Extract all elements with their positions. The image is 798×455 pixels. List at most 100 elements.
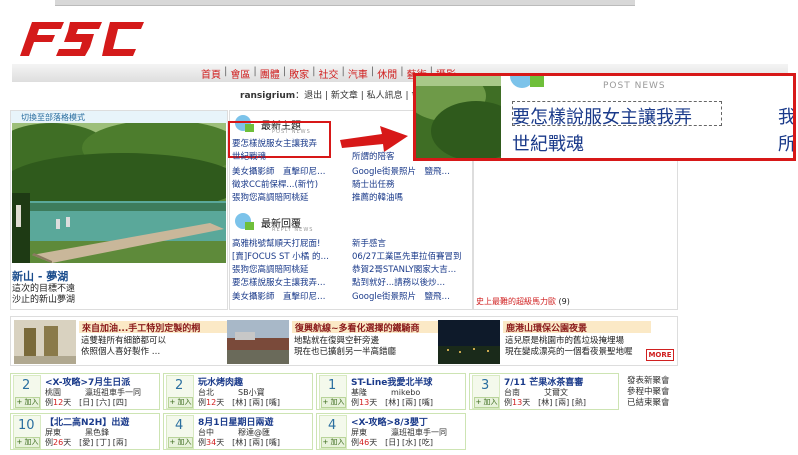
zoom-callout: POST NEWS 要怎樣說服女主讓我弄 世紀戰魂 我 所 (413, 73, 796, 161)
topic-link[interactable]: 推薦的韓油嗎 (352, 191, 467, 203)
join-button[interactable]: + 加入 (474, 397, 499, 408)
featured-desc: 這次的目標不遠 沙止的新山夢湖 (12, 284, 75, 306)
topic-link[interactable]: 世紀戰魂 (232, 150, 328, 162)
join-button[interactable]: + 加入 (168, 397, 193, 408)
reply-link[interactable]: 要怎樣說服女主讓我弄… (232, 276, 344, 288)
reply-link[interactable]: 美女攝影師 直擊印尼… (232, 290, 344, 302)
event-countdown-prefix: 例 (45, 398, 53, 407)
event-countdown-suffix: 天 [日] [水] [吃] (369, 438, 433, 447)
nav-item-group[interactable]: 團體 (257, 66, 283, 81)
reply-link[interactable]: 06/27工業區先車拉佰賽冒到 (352, 250, 470, 262)
join-button[interactable]: + 加入 (321, 397, 346, 408)
zoom-sub: POST NEWS (603, 81, 666, 91)
reply-link[interactable]: 恭賀2哥STANLY閣家大吉… (352, 263, 470, 275)
event-countdown: 例46天 [日] [水] [吃] (351, 437, 433, 448)
join-button[interactable]: + 加入 (168, 437, 193, 448)
event-card[interactable]: 2 + 加入 <X-攻略>7月生日派 桃園 瀛班祖車手一同 例12天 [日] [六… (10, 373, 160, 410)
event-card[interactable]: 1 + 加入 ST-Line我愛北半球 基隆 mikebo 例13天 [林] [兩… (316, 373, 466, 410)
strip-thumb[interactable] (227, 320, 289, 364)
new-event-link[interactable]: 發表新聚會 (627, 376, 670, 387)
zoom-photo-crop (416, 76, 501, 158)
event-countdown-suffix: 天 [林] [兩] [嘴] (216, 438, 280, 447)
event-days: 46 (359, 438, 370, 447)
strip-text: 這雙鞋所有細節都可以 依照個人喜好製作 … (81, 336, 166, 358)
footer-link[interactable]: 史上最難的超級馬力歐 (9) (476, 296, 570, 307)
nav-item-car[interactable]: 汽車 (345, 66, 371, 81)
topic-link[interactable]: 要怎樣說服女主讓我弄 (232, 137, 328, 149)
join-button[interactable]: + 加入 (15, 437, 40, 448)
ended-event-link[interactable]: 已結束聚會 (627, 398, 670, 409)
event-count-box: 2 + 加入 (13, 375, 41, 409)
topic-link[interactable]: 徵求CC前保桿...(新竹) (232, 178, 342, 190)
reply-link[interactable]: 高雅桃號幫順天打屁面! (232, 237, 344, 249)
event-countdown-suffix: 天 [林] [兩] [嘴] (216, 398, 280, 407)
event-days: 13 (359, 398, 370, 407)
join-label: 加入 (330, 398, 345, 406)
reply-link[interactable]: 張狗您高調賠阿桃延 (232, 263, 344, 275)
event-countdown-prefix: 例 (198, 398, 206, 407)
reply-link[interactable]: Google街景照片 鹽飛… (352, 290, 470, 302)
join-button[interactable]: + 加入 (15, 397, 40, 408)
join-label: 加入 (483, 398, 498, 406)
nav-item-social[interactable]: 社交 (316, 66, 342, 81)
reply-link[interactable]: 點到就好...請務以後炒… (352, 276, 470, 288)
strip-thumb[interactable] (14, 320, 76, 364)
topic-link[interactable]: 張狗您高調賠阿桃延 (232, 191, 342, 203)
topic-link[interactable]: 美女攝影師 直擊印尼… (232, 165, 342, 177)
ongoing-event-link[interactable]: 參程中聚會 (627, 387, 670, 398)
event-days: 12 (53, 398, 64, 407)
footer-link-text[interactable]: 史上最難的超級馬力歐 (476, 297, 556, 306)
event-countdown-prefix: 例 (45, 438, 53, 447)
event-count: 4 (175, 418, 184, 433)
strip-title[interactable]: 復興航線~多看化選擇的鐵騎商 (292, 321, 440, 334)
event-side-links: 發表新聚會 參程中聚會 已結束聚會 (627, 376, 670, 409)
join-label: 加入 (330, 438, 345, 446)
event-count-box: 4 + 加入 (166, 415, 194, 449)
featured-strip: 來自加油...手工特別定製的桐 這雙鞋所有細節都可以 依照個人喜好製作 … 復興… (10, 316, 678, 366)
event-count-box: 3 + 加入 (472, 375, 500, 409)
event-countdown-suffix: 天 [林] [兩] [嘴] (369, 398, 433, 407)
zoom-line-1[interactable]: 要怎樣說服女主讓我弄 (512, 103, 692, 129)
event-card[interactable]: 2 + 加入 玩水烤肉趣 台北 SB小寶 例12天 [林] [兩] [嘴] (163, 373, 313, 410)
fsc-logo[interactable] (18, 18, 146, 60)
join-label: 加入 (177, 398, 192, 406)
event-card[interactable]: 10 + 加入 【北二高N2H】出遊 屏東 黑色鋒 例26天 [愛] [丁] [兩… (10, 413, 160, 450)
username[interactable]: ransigrium (240, 91, 295, 101)
strip-title[interactable]: 鹿港山環保公園夜景 (503, 321, 651, 334)
nav-item-club[interactable]: 會區 (227, 66, 253, 81)
strip-text-line: 現在也已擴創另一半高錯廳 (294, 347, 397, 357)
latest-replies-icon (234, 212, 256, 235)
browser-top-strip (55, 0, 635, 6)
nav-item-home[interactable]: 首頁 (198, 66, 224, 81)
zoom-right-char: 我 (778, 107, 796, 128)
featured-caption[interactable]: 新山 - 夢湖 (12, 268, 68, 284)
event-days: 34 (206, 438, 217, 447)
reply-link[interactable]: 新手感言 (352, 237, 470, 249)
event-countdown: 例13天 [林] [兩] [熱] (504, 397, 586, 408)
strip-thumb[interactable] (438, 320, 500, 364)
footer-link-count: (9) (558, 297, 570, 306)
nav-item-leisure[interactable]: 休閒 (374, 66, 400, 81)
latest-replies-sub: REPLY NEWS (272, 227, 314, 233)
reply-link[interactable]: [賣]FOCUS ST 小橘 的… (232, 250, 344, 262)
strip-text-line: 地點就在復興空軒旁邊 (294, 336, 380, 346)
blog-mode-toggle[interactable]: 切換至部落格模式 (11, 111, 227, 123)
event-countdown-prefix: 例 (351, 438, 359, 447)
topic-link[interactable]: 騎士出任務 (352, 178, 467, 190)
event-days: 13 (512, 398, 523, 407)
event-count-box: 10 + 加入 (13, 415, 41, 449)
event-card[interactable]: 4 + 加入 8月1日星期日兩遊 台中 穆達@匯 例34天 [林] [兩] [嘴] (163, 413, 313, 450)
nav-item-shop[interactable]: 敗家 (286, 66, 312, 81)
event-days: 26 (53, 438, 64, 447)
zoom-right-char: 所 (778, 134, 796, 155)
zoom-line-2[interactable]: 世紀戰魂 (512, 130, 584, 156)
event-countdown-prefix: 例 (351, 398, 359, 407)
strip-title[interactable]: 來自加油...手工特別定製的桐 (79, 321, 227, 334)
strip-text-line: 依照個人喜好製作 … (81, 347, 161, 357)
join-button[interactable]: + 加入 (321, 437, 346, 448)
topic-link[interactable]: Google街景照片 鹽飛… (352, 165, 467, 177)
event-card[interactable]: 4 + 加入 <X-攻略>8/3嬰丁 屏東 瀛班祖車手一同 例46天 [日] [水… (316, 413, 466, 450)
featured-photo[interactable] (0, 120, 242, 263)
event-card[interactable]: 3 + 加入 7/11 芒果冰茶喜審 台南 艾爾文 例13天 [林] [兩] [熱… (469, 373, 619, 410)
more-button[interactable]: MORE (646, 349, 674, 361)
